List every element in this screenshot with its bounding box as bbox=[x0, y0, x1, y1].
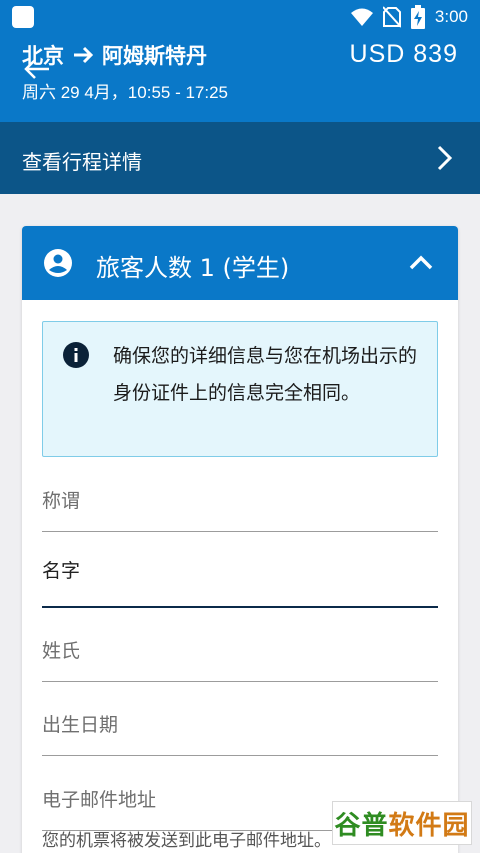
birth-date-field[interactable]: 出生日期 bbox=[42, 696, 438, 756]
title-field[interactable]: 称谓 bbox=[42, 472, 438, 532]
no-sim-icon bbox=[382, 6, 401, 28]
last-name-field-underline bbox=[42, 681, 438, 682]
email-field-label: 电子邮件地址 bbox=[42, 789, 157, 811]
title-field-label: 称谓 bbox=[42, 490, 81, 512]
booking-screen: 3:00 北京 阿姆斯特丹 周六 29 4月，10:55 - 17:25 USD… bbox=[0, 0, 480, 853]
title-field-underline bbox=[42, 531, 438, 532]
birth-date-field-underline bbox=[42, 755, 438, 756]
last-name-field[interactable]: 姓氏 bbox=[42, 622, 438, 682]
wifi-icon bbox=[350, 8, 373, 26]
info-message: 确保您的详细信息与您在机场出示的身份证件上的信息完全相同。 bbox=[113, 345, 418, 404]
email-helper-text: 您的机票将被发送到此电子邮件地址。 bbox=[42, 831, 331, 851]
itinerary-label: 查看行程详情 bbox=[22, 150, 142, 174]
site-watermark-logo: 谷普 软件园 bbox=[332, 801, 472, 845]
trip-date-time: 周六 29 4月，10:55 - 17:25 bbox=[22, 83, 229, 102]
passenger-card-title: 旅客人数 1 (学生) bbox=[96, 254, 290, 282]
arrow-right-icon bbox=[74, 46, 94, 64]
chevron-right-icon bbox=[437, 145, 453, 171]
birth-date-field-label: 出生日期 bbox=[42, 714, 119, 736]
account-circle-icon bbox=[44, 249, 72, 277]
first-name-field-underline bbox=[42, 606, 438, 608]
first-name-field[interactable]: 名字 bbox=[42, 542, 438, 608]
info-notice: 确保您的详细信息与您在机场出示的身份证件上的信息完全相同。 bbox=[42, 321, 438, 457]
passenger-card: 旅客人数 1 (学生) 确保您的详细信息与您在机场出示的身份证件上的信息完全相同… bbox=[22, 226, 458, 853]
battery-charging-icon bbox=[410, 5, 425, 29]
view-itinerary-button[interactable]: 查看行程详情 bbox=[0, 122, 480, 194]
last-name-field-label: 姓氏 bbox=[42, 640, 81, 662]
status-bar: 3:00 bbox=[0, 0, 480, 34]
watermark-part1: 谷普 bbox=[334, 810, 389, 841]
status-time: 3:00 bbox=[434, 7, 468, 26]
notification-app-icon bbox=[12, 6, 34, 28]
destination-city: 阿姆斯特丹 bbox=[102, 44, 207, 68]
info-icon bbox=[63, 342, 89, 368]
watermark-part2: 软件园 bbox=[388, 810, 470, 841]
trip-price: USD 839 bbox=[349, 40, 458, 68]
trip-header: 北京 阿姆斯特丹 周六 29 4月，10:55 - 17:25 USD 839 bbox=[0, 34, 480, 122]
chevron-up-icon[interactable] bbox=[406, 248, 436, 278]
passenger-card-header[interactable]: 旅客人数 1 (学生) bbox=[22, 226, 458, 300]
status-icons: 3:00 bbox=[350, 5, 468, 29]
first-name-field-label: 名字 bbox=[42, 560, 81, 582]
